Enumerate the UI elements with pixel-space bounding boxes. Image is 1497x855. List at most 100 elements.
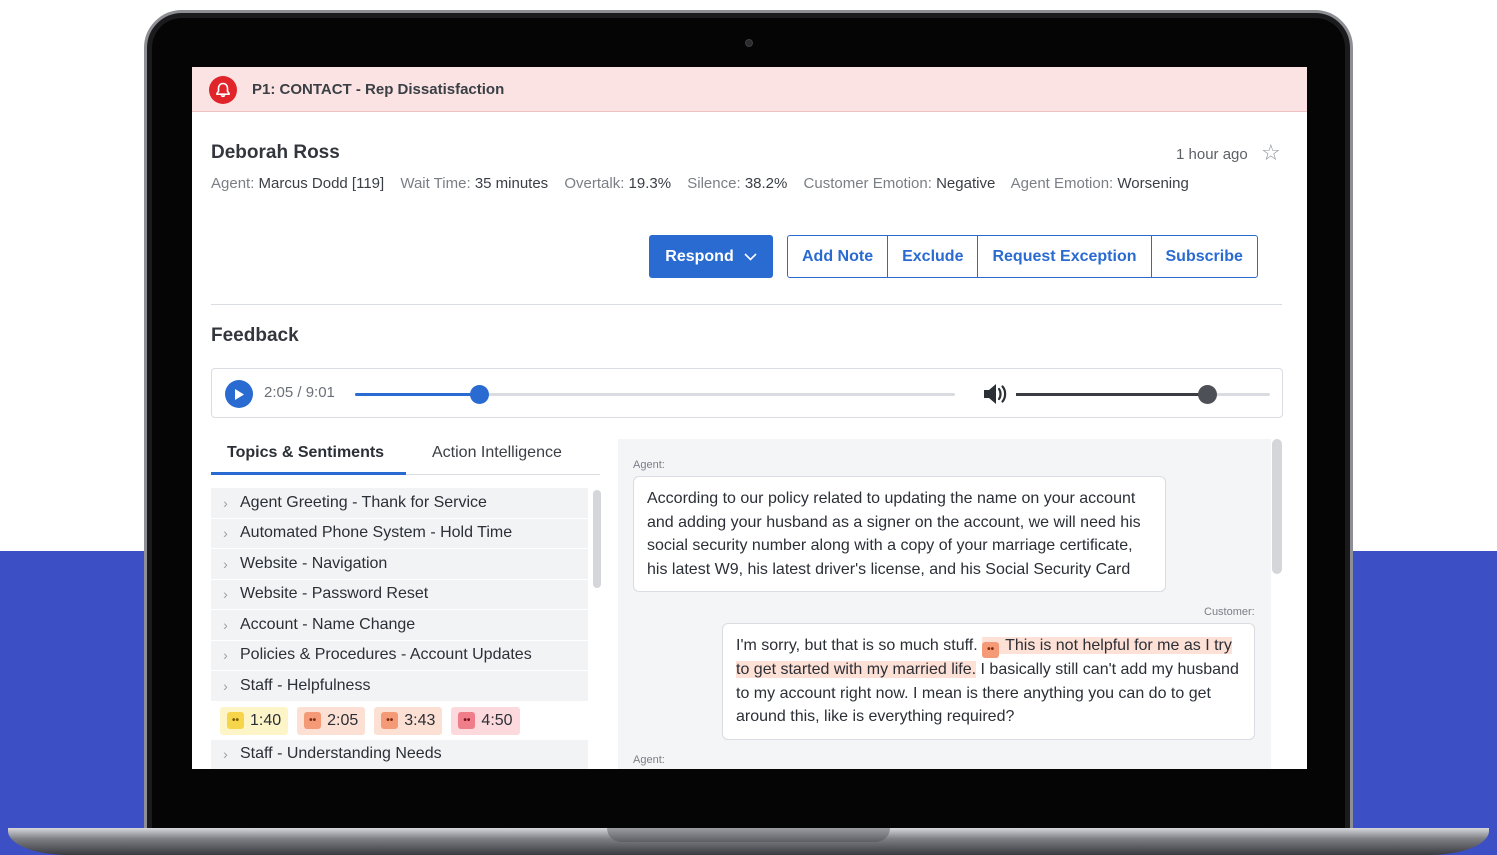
request-exception-button[interactable]: Request Exception: [978, 236, 1152, 277]
chevron-right-icon: ›: [223, 525, 228, 542]
add-note-button[interactable]: Add Note: [788, 236, 889, 277]
meta-value: Marcus Dodd [119]: [258, 175, 385, 192]
sentiment-chips: •• 1:40 •• 2:05 •• 3:43 •• 4:50: [211, 701, 588, 740]
transcript-panel: Agent: According to our policy related t…: [618, 439, 1271, 769]
chevron-right-icon: ›: [223, 586, 228, 603]
alert-title: P1: CONTACT - Rep Dissatisfaction: [252, 81, 505, 98]
meta-overtalk: Overtalk: 19.3%: [564, 175, 671, 192]
speaker-label-agent: Agent:: [633, 754, 665, 766]
topic-item[interactable]: › Staff - Helpfulness: [211, 671, 588, 702]
topic-label: Staff - Understanding Needs: [240, 745, 442, 763]
meta-value: Worsening: [1117, 175, 1189, 192]
topic-item[interactable]: › Agent Greeting - Thank for Service: [211, 488, 588, 519]
speaker-label-agent: Agent:: [633, 459, 665, 471]
meta-value: 35 minutes: [474, 175, 549, 192]
sentiment-chip[interactable]: •• 3:43: [374, 706, 443, 735]
tab-topics-sentiments[interactable]: Topics & Sentiments: [227, 444, 384, 462]
playback-track[interactable]: [355, 385, 955, 404]
chevron-right-icon: ›: [223, 677, 228, 694]
call-metadata: Agent: Marcus Dodd [119] Wait Time: 35 m…: [211, 175, 1201, 192]
meta-customer-emotion: Customer Emotion: Negative: [804, 175, 996, 192]
chevron-right-icon: ›: [223, 616, 228, 633]
meta-label: Agent:: [211, 175, 255, 192]
topic-label: Website - Password Reset: [240, 585, 429, 603]
laptop-notch: [607, 828, 890, 842]
topic-label: Website - Navigation: [240, 554, 388, 572]
meta-agent-emotion: Agent Emotion: Worsening: [1011, 175, 1189, 192]
active-tab-indicator: [211, 472, 406, 475]
tab-action-intelligence[interactable]: Action Intelligence: [432, 444, 562, 462]
frown-face-icon: ••: [982, 642, 1000, 658]
meta-label: Customer Emotion:: [803, 175, 932, 192]
exclude-button[interactable]: Exclude: [888, 236, 979, 277]
tab-bar: Topics & Sentiments Action Intelligence: [211, 437, 600, 475]
feedback-title: Feedback: [211, 325, 299, 346]
topic-label: Account - Name Change: [240, 615, 416, 633]
volume-track[interactable]: [1016, 385, 1270, 404]
chevron-down-icon: [744, 252, 757, 261]
chevron-right-icon: ›: [223, 746, 228, 763]
topic-item[interactable]: › Automated Phone System - Hold Time: [211, 518, 588, 549]
action-button-group: Add Note Exclude Request Exception Subsc…: [787, 235, 1258, 278]
topic-list: › Agent Greeting - Thank for Service › Aut…: [211, 488, 588, 769]
chip-time: 2:05: [327, 711, 359, 729]
play-button[interactable]: [225, 380, 253, 408]
neutral-face-icon: ••: [227, 712, 244, 729]
playback-progress: [355, 393, 479, 396]
topic-label: Staff - Helpfulness: [240, 676, 371, 694]
respond-label: Respond: [665, 247, 734, 265]
topic-item[interactable]: › Website - Navigation: [211, 549, 588, 580]
meta-value: 19.3%: [628, 175, 672, 192]
topic-item[interactable]: › Account - Name Change: [211, 610, 588, 641]
meta-value: 38.2%: [744, 175, 788, 192]
chip-time: 1:40: [250, 711, 282, 729]
chevron-right-icon: ›: [223, 647, 228, 664]
volume-thumb[interactable]: [1197, 385, 1217, 404]
meta-label: Overtalk:: [564, 175, 625, 192]
meta-label: Silence:: [687, 175, 741, 192]
chip-time: 3:43: [404, 711, 436, 729]
alert-banner: P1: CONTACT - Rep Dissatisfaction: [192, 67, 1307, 112]
sentiment-chip[interactable]: •• 1:40: [220, 706, 289, 735]
chevron-right-icon: ›: [223, 494, 228, 511]
message-text: I'm sorry, but that is so much stuff.: [736, 637, 983, 654]
app-screen: P1: CONTACT - Rep Dissatisfaction Debora…: [192, 67, 1307, 769]
meta-label: Agent Emotion:: [1010, 175, 1114, 192]
meta-silence: Silence: 38.2%: [687, 175, 787, 192]
volume-level: [1016, 393, 1207, 396]
topic-list-scrollbar[interactable]: [593, 490, 601, 588]
volume-icon[interactable]: [980, 380, 1008, 408]
meta-value: Negative: [936, 175, 996, 192]
topic-item[interactable]: › Staff - Understanding Needs: [211, 739, 588, 769]
sentiment-chip[interactable]: •• 2:05: [297, 706, 366, 735]
topic-label: Policies & Procedures - Account Updates: [240, 646, 532, 664]
meta-agent: Agent: Marcus Dodd [119]: [211, 175, 384, 192]
meta-wait-time: Wait Time: 35 minutes: [400, 175, 548, 192]
topic-item[interactable]: › Policies & Procedures - Account Updates: [211, 640, 588, 671]
topic-label: Agent Greeting - Thank for Service: [240, 493, 487, 511]
audio-player: 2:05 / 9:01: [211, 368, 1283, 418]
divider: [211, 304, 1282, 305]
chevron-right-icon: ›: [223, 555, 228, 572]
camera-icon: [745, 39, 753, 47]
transcript-scrollbar[interactable]: [1272, 439, 1282, 574]
meta-label: Wait Time:: [400, 175, 471, 192]
sentiment-chip[interactable]: •• 4:50: [451, 706, 520, 735]
topic-label: Automated Phone System - Hold Time: [240, 524, 513, 542]
star-icon[interactable]: ☆: [1261, 142, 1281, 164]
frown-face-icon: ••: [304, 712, 322, 729]
playback-time: 2:05 / 9:01: [264, 384, 335, 401]
topic-item[interactable]: › Website - Password Reset: [211, 579, 588, 610]
speaker-label-customer: Customer:: [1204, 606, 1255, 618]
frown-face-icon: ••: [381, 712, 399, 729]
respond-button[interactable]: Respond: [649, 235, 773, 278]
playback-thumb[interactable]: [469, 385, 489, 404]
customer-name: Deborah Ross: [211, 142, 340, 163]
customer-message: I'm sorry, but that is so much stuff. ••…: [722, 623, 1255, 740]
subscribe-button[interactable]: Subscribe: [1152, 236, 1257, 277]
angry-face-icon: ••: [458, 712, 476, 729]
play-icon: [235, 388, 244, 400]
time-ago: 1 hour ago: [1176, 146, 1248, 163]
chip-time: 4:50: [481, 711, 513, 729]
agent-message: According to our policy related to updat…: [633, 476, 1166, 592]
